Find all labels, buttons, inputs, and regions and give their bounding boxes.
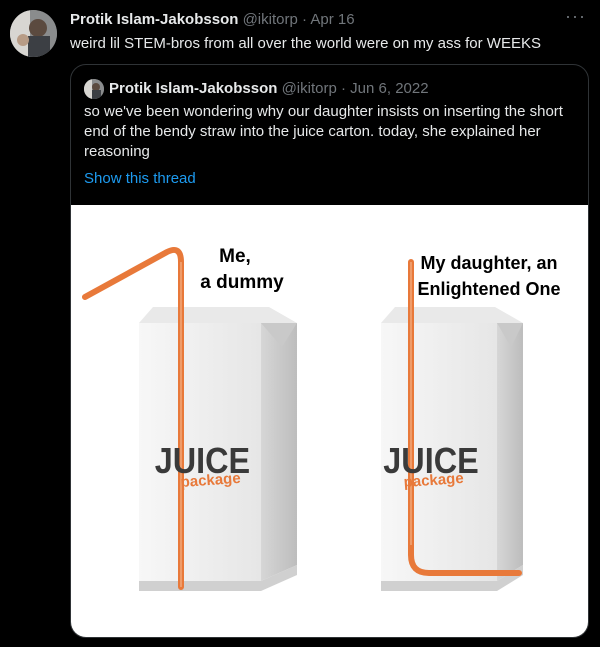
quoted-tweet[interactable]: Protik Islam-Jakobsson @ikitorp · Jun 6,… [70, 64, 589, 638]
quoted-date: Jun 6, 2022 [350, 80, 429, 97]
quoted-text: so we've been wondering why our daughter… [84, 103, 563, 160]
tweet-header: Protik Islam-Jakobsson @ikitorp · Apr 16 [70, 10, 355, 30]
quoted-author-handle: @ikitorp [281, 80, 337, 97]
meme-image[interactable]: JUICE package JUICE package Me, a dummy … [71, 205, 588, 637]
author-handle[interactable]: @ikitorp [243, 11, 298, 28]
tweet-text: weird lil STEM-bros from all over the wo… [70, 35, 541, 52]
avatar-photo [10, 10, 57, 57]
avatar[interactable] [10, 10, 57, 57]
right-caption-line1: My daughter, an [420, 253, 557, 273]
separator-dot: · [302, 11, 307, 28]
quoted-author-name: Protik Islam-Jakobsson [109, 80, 278, 97]
quoted-avatar [84, 79, 104, 99]
quoted-header: Protik Islam-Jakobsson @ikitorp · Jun 6,… [109, 79, 429, 99]
author-name[interactable]: Protik Islam-Jakobsson [70, 11, 238, 28]
show-thread-link[interactable]: Show this thread [84, 169, 196, 189]
left-caption-line2: a dummy [200, 272, 284, 293]
quoted-avatar-photo [84, 79, 104, 99]
left-caption-line1: Me, [219, 246, 251, 267]
juice-box-illustration: JUICE package JUICE package Me, a dummy … [82, 246, 561, 591]
separator-dot: · [341, 80, 346, 97]
right-caption-line2: Enlightened One [417, 279, 560, 299]
tweet-date[interactable]: Apr 16 [310, 11, 354, 28]
more-horizontal-icon[interactable]: ··· [565, 6, 586, 27]
